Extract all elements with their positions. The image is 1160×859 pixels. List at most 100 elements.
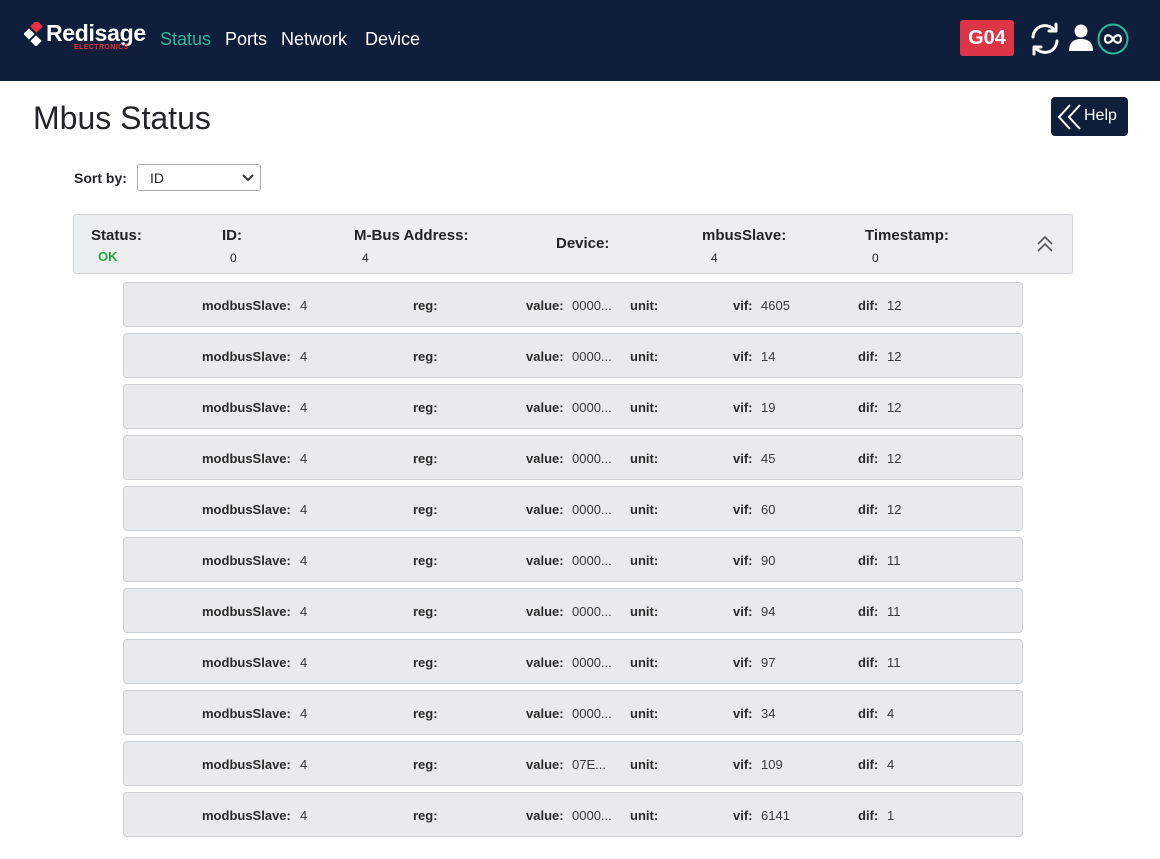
unit-label: unit:	[630, 808, 659, 823]
help-button[interactable]: Help	[1051, 97, 1128, 136]
value-value: 0000...	[572, 349, 612, 364]
reg-label: reg:	[413, 451, 438, 466]
table-row: modbusSlave: 4 reg: value: 0000... unit: vif: 1…	[123, 384, 1023, 429]
unit-label: unit:	[630, 298, 659, 313]
dif-value: 11	[887, 604, 901, 619]
modbus-slave-value: 4	[300, 655, 308, 670]
help-label: Help	[1084, 107, 1117, 124]
dif-label: dif:	[858, 451, 879, 466]
reg-label: reg:	[413, 298, 438, 313]
value-label: value:	[526, 808, 564, 823]
reg-label: reg:	[413, 655, 438, 670]
refresh-icon[interactable]	[1028, 22, 1062, 56]
mbus-address-label: M-Bus Address:	[354, 227, 469, 244]
vif-label: vif:	[733, 604, 753, 619]
dif-label: dif:	[858, 757, 879, 772]
vif-value: 94	[761, 604, 776, 619]
modbus-slave-label: modbusSlave:	[202, 298, 291, 313]
value-value: 0000...	[572, 451, 612, 466]
table-row: modbusSlave: 4 reg: value: 0000... unit: vif: 9…	[123, 537, 1023, 582]
value-label: value:	[526, 553, 564, 568]
vif-label: vif:	[733, 655, 753, 670]
table-row: modbusSlave: 4 reg: value: 0000... unit: vif: 9…	[123, 639, 1023, 684]
value-label: value:	[526, 757, 564, 772]
vif-value: 14	[761, 349, 776, 364]
reg-label: reg:	[413, 349, 438, 364]
table-row: modbusSlave: 4 reg: value: 0000... unit: vif: 1…	[123, 333, 1023, 378]
reg-label: reg:	[413, 604, 438, 619]
vif-value: 90	[761, 553, 776, 568]
vif-label: vif:	[733, 502, 753, 517]
brand-mark-icon	[24, 22, 43, 46]
dif-value: 4	[887, 706, 895, 721]
infinity-icon[interactable]	[1096, 22, 1130, 56]
value-value: 0000...	[572, 553, 612, 568]
dif-value: 11	[887, 553, 901, 568]
dif-value: 11	[887, 655, 901, 670]
value-label: value:	[526, 349, 564, 364]
dif-label: dif:	[858, 400, 879, 415]
dif-label: dif:	[858, 604, 879, 619]
dif-value: 4	[887, 757, 895, 772]
vif-label: vif:	[733, 400, 753, 415]
modbus-slave-value: 4	[300, 604, 308, 619]
unit-label: unit:	[630, 757, 659, 772]
brand-logo[interactable]: Redisage ELECTRONICS	[24, 20, 148, 54]
value-label: value:	[526, 451, 564, 466]
dif-label: dif:	[858, 706, 879, 721]
modbus-slave-value: 4	[300, 400, 308, 415]
value-value: 0000...	[572, 502, 612, 517]
mbus-slave-label: mbusSlave:	[702, 227, 787, 244]
unit-label: unit:	[630, 604, 659, 619]
modbus-slave-value: 4	[300, 808, 308, 823]
value-value: 0000...	[572, 298, 612, 313]
nav-ports[interactable]: Ports	[225, 28, 267, 50]
value-value: 0000...	[572, 400, 612, 415]
dif-label: dif:	[858, 808, 879, 823]
modbus-slave-label: modbusSlave:	[202, 400, 291, 415]
device-label: Device:	[556, 235, 610, 252]
modbus-slave-label: modbusSlave:	[202, 553, 291, 568]
dif-value: 12	[887, 502, 902, 517]
double-chevron-up-icon[interactable]	[1035, 235, 1055, 253]
dif-value: 12	[887, 451, 902, 466]
brand-subtitle: ELECTRONICS	[74, 44, 129, 51]
device-header-card[interactable]: Status: OK ID: 0 M-Bus Address: 4 Device…	[73, 214, 1073, 274]
value-label: value:	[526, 298, 564, 313]
mbus-address-value: 4	[362, 251, 369, 265]
value-label: value:	[526, 604, 564, 619]
table-row: modbusSlave: 4 reg: value: 0000... unit: vif: 3…	[123, 690, 1023, 735]
dif-label: dif:	[858, 502, 879, 517]
sort-select[interactable]: ID	[137, 164, 261, 191]
reg-label: reg:	[413, 400, 438, 415]
timestamp-value: 0	[872, 251, 879, 265]
table-row: modbusSlave: 4 reg: value: 0000... unit: vif: 9…	[123, 588, 1023, 633]
modbus-slave-value: 4	[300, 451, 308, 466]
brand-name: Redisage	[46, 20, 146, 46]
gateway-badge[interactable]: G04	[960, 20, 1014, 56]
value-label: value:	[526, 706, 564, 721]
user-icon[interactable]	[1064, 22, 1098, 56]
modbus-slave-label: modbusSlave:	[202, 604, 291, 619]
id-value: 0	[230, 251, 237, 265]
unit-label: unit:	[630, 400, 659, 415]
modbus-slave-value: 4	[300, 502, 308, 517]
timestamp-label: Timestamp:	[865, 227, 949, 244]
nav-network[interactable]: Network	[281, 28, 347, 50]
vif-label: vif:	[733, 349, 753, 364]
reg-label: reg:	[413, 553, 438, 568]
unit-label: unit:	[630, 349, 659, 364]
status-value: OK	[98, 249, 118, 264]
dif-value: 12	[887, 298, 902, 313]
value-value: 07E...	[572, 757, 606, 772]
nav-status[interactable]: Status	[160, 28, 211, 50]
modbus-slave-label: modbusSlave:	[202, 706, 291, 721]
vif-label: vif:	[733, 451, 753, 466]
sort-selected-value: ID	[150, 170, 164, 186]
table-row: modbusSlave: 4 reg: value: 0000... unit: vif: 6…	[123, 792, 1023, 837]
id-label: ID:	[222, 227, 242, 244]
dif-label: dif:	[858, 349, 879, 364]
modbus-slave-label: modbusSlave:	[202, 808, 291, 823]
table-row: modbusSlave: 4 reg: value: 0000... unit: vif: 6…	[123, 486, 1023, 531]
nav-device[interactable]: Device	[365, 28, 420, 50]
